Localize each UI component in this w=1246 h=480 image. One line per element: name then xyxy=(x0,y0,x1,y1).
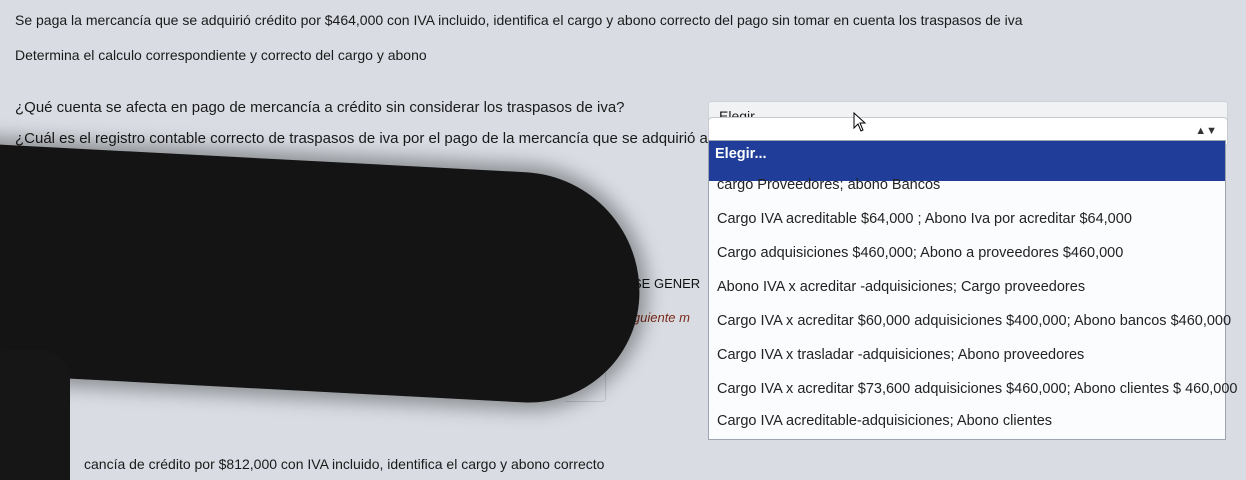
question-prompt-account: ¿Qué cuenta se afecta en pago de mercanc… xyxy=(15,99,625,116)
dropdown-option[interactable]: Cargo IVA x acreditar $60,000 adquisicio… xyxy=(717,313,1231,329)
partial-text-obscured: SE GENER xyxy=(633,276,701,291)
question-line-2: Determina el calculo correspondiente y c… xyxy=(15,47,427,63)
entry-dropdown-list[interactable]: Elegir... cargo Proveedores; abono Banco… xyxy=(708,140,1238,440)
dropdown-option[interactable]: cargo Proveedores; abono Bancos xyxy=(717,177,940,193)
dropdown-option[interactable]: Abono IVA x acreditar -adquisiciones; Ca… xyxy=(717,279,1085,295)
option-selected-placeholder[interactable]: Elegir... xyxy=(709,141,1225,181)
partial-text-obscured: iguiente m xyxy=(630,310,690,325)
question-line-1: Se paga la mercancía que se adquirió cré… xyxy=(15,12,1023,28)
mouse-cursor-icon xyxy=(853,112,867,132)
finger-occlusion xyxy=(0,141,646,409)
dropdown-option[interactable]: Cargo IVA acreditable-adquisiciones; Abo… xyxy=(717,413,1052,429)
next-question-partial: cancía de crédito por $812,000 con IVA i… xyxy=(84,456,605,472)
select-arrows-icon: ▲▼ xyxy=(1195,125,1217,137)
finger-occlusion xyxy=(0,350,70,480)
dropdown-option[interactable]: Cargo IVA x acreditar $73,600 adquisicio… xyxy=(717,381,1238,397)
dropdown-option[interactable]: Cargo adquisiciones $460,000; Abono a pr… xyxy=(717,245,1123,261)
dropdown-option[interactable]: Cargo IVA acreditable $64,000 ; Abono Iv… xyxy=(717,211,1132,227)
dropdown-option[interactable]: Cargo IVA x trasladar -adquisiciones; Ab… xyxy=(717,347,1084,363)
question-prompt-entry: ¿Cuál es el registro contable correcto d… xyxy=(15,130,766,147)
